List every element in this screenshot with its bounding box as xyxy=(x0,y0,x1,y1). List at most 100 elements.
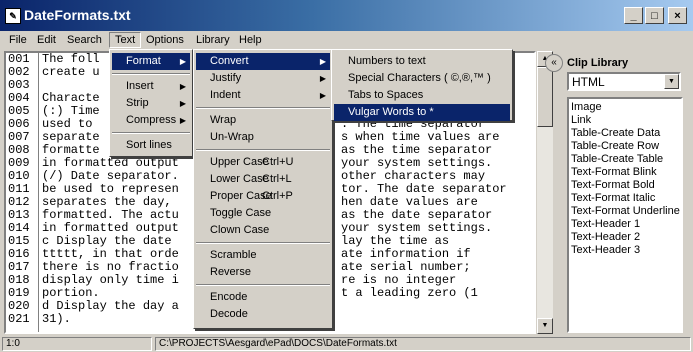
format-menu-item[interactable]: Clown Case xyxy=(196,222,330,239)
clip-library-item[interactable]: Text-Format Underline xyxy=(571,205,680,218)
menu-text[interactable]: Text xyxy=(109,32,142,48)
format-submenu: Convert ▶ Justify ▶ Indent ▶ Wrap Un-Wrap Upper … xyxy=(193,49,333,329)
menu-item-label: Lower Case xyxy=(210,173,269,185)
clip-library-item[interactable]: Link xyxy=(571,114,679,127)
menu-edit[interactable]: Edit xyxy=(32,32,61,48)
app-window: ✎ DateFormats.txt _ □ × File Edit Search… xyxy=(0,0,693,352)
menu-item-label: Clown Case xyxy=(210,224,270,236)
format-menu-item[interactable]: Encode xyxy=(196,289,330,306)
chevron-down-icon[interactable]: ▼ xyxy=(664,74,679,89)
double-chevron-left-icon[interactable]: « xyxy=(545,54,563,72)
menu-library[interactable]: Library xyxy=(191,32,235,48)
text-menu-item[interactable]: Compress ▶ xyxy=(112,112,190,129)
menu-separator xyxy=(196,107,330,109)
file-path: C:\PROJECTS\Aesgard\ePad\DOCS\DateFormat… xyxy=(155,337,691,351)
menu-item-label: Sort lines xyxy=(126,139,172,151)
format-menu-item[interactable]: Un-Wrap xyxy=(196,129,330,146)
clip-library-item[interactable]: Text-Header 1 xyxy=(571,218,679,231)
clip-library-item[interactable]: Text-Header 2 xyxy=(571,231,679,244)
convert-menu-item[interactable]: Numbers to text xyxy=(334,53,510,70)
format-menu-item[interactable]: Upper Case Ctrl+U xyxy=(196,154,330,171)
submenu-arrow-icon: ▶ xyxy=(179,57,186,66)
menu-item-label: Scramble xyxy=(210,249,257,261)
convert-menu-item[interactable]: Tabs to Spaces xyxy=(334,87,510,104)
editor-line-fragment: t a leading zero (1 xyxy=(341,286,478,300)
text-menu-item[interactable]: Format ▶ xyxy=(112,53,190,70)
clip-library-selected: HTML xyxy=(572,75,605,89)
menu-file[interactable]: File xyxy=(4,32,32,48)
submenu-arrow-icon: ▶ xyxy=(319,74,326,83)
text-menu-item[interactable]: Strip ▶ xyxy=(112,95,190,112)
format-menu-item[interactable]: Wrap xyxy=(196,112,330,129)
submenu-arrow-icon: ▶ xyxy=(179,82,186,91)
format-menu-item[interactable]: Lower Case Ctrl+L xyxy=(196,171,330,188)
format-menu-item[interactable]: Toggle Case xyxy=(196,205,330,222)
submenu-arrow-icon: ▶ xyxy=(179,116,186,125)
format-menu-item[interactable]: Justify ▶ xyxy=(196,70,330,87)
submenu-arrow-icon: ▶ xyxy=(319,91,326,100)
line-number-gutter: 001 002 003 004 005 006 007 008 009 010 011 012 013 0… xyxy=(6,53,39,332)
cursor-position: 1:0 xyxy=(2,337,152,351)
format-menu-item[interactable]: Scramble xyxy=(196,247,330,264)
menu-item-label: Vulgar Words to * xyxy=(348,106,434,118)
clip-library-item[interactable]: Table-Create Table xyxy=(571,153,679,166)
menu-item-label: Indent xyxy=(210,89,241,101)
maximize-button[interactable]: □ xyxy=(645,7,664,24)
menu-item-label: Un-Wrap xyxy=(210,131,254,143)
convert-menu-item[interactable]: Special Characters ( ©,®,™ ) xyxy=(334,70,510,87)
menu-item-label: Strip xyxy=(126,97,149,109)
format-menu-item[interactable]: Proper Case Ctrl+P xyxy=(196,188,330,205)
menu-separator xyxy=(112,73,190,75)
clip-library-item[interactable]: Table-Create Data xyxy=(571,127,679,140)
format-menu-item[interactable]: Decode xyxy=(196,306,330,323)
menu-help[interactable]: Help xyxy=(234,32,267,48)
clip-library-item[interactable]: Text-Format Blink xyxy=(571,166,679,179)
text-menu-item[interactable]: Insert ▶ xyxy=(112,78,190,95)
format-menu-item[interactable]: Reverse xyxy=(196,264,330,281)
menu-item-label: Decode xyxy=(210,308,248,320)
menu-item-label: Wrap xyxy=(210,114,237,126)
submenu-arrow-icon: ▶ xyxy=(319,57,326,66)
menu-item-shortcut: Ctrl+L xyxy=(262,173,292,185)
menu-separator xyxy=(196,149,330,151)
format-menu-item[interactable]: Convert ▶ xyxy=(196,53,330,70)
clip-library-item[interactable]: Text-Format Bold xyxy=(571,179,679,192)
menu-separator xyxy=(112,132,190,134)
clip-library-list[interactable]: Image Link Table-Create Data Table-Create R… xyxy=(567,97,683,333)
menu-item-label: Encode xyxy=(210,291,248,303)
title-bar[interactable]: ✎ DateFormats.txt _ □ × xyxy=(0,0,693,31)
status-bar: 1:0 C:\PROJECTS\Aesgard\ePad\DOCS\DateFo… xyxy=(0,336,693,352)
window-title: DateFormats.txt xyxy=(24,7,131,23)
menu-options[interactable]: Options xyxy=(141,32,189,48)
notepad-icon[interactable]: ✎ xyxy=(5,8,21,24)
clip-library-title: Clip Library xyxy=(567,57,629,69)
close-button[interactable]: × xyxy=(668,7,687,24)
convert-menu-item[interactable]: Vulgar Words to * xyxy=(334,104,510,121)
menu-item-label: Special Characters ( ©,®,™ ) xyxy=(348,72,491,84)
clip-library-item[interactable]: Text-Format Italic xyxy=(571,192,679,205)
menu-item-label: Insert xyxy=(126,80,154,92)
clip-library-select[interactable]: HTML ▼ xyxy=(567,72,681,91)
menu-item-label: Compress xyxy=(126,114,177,126)
menu-item-shortcut: Ctrl+P xyxy=(262,190,293,202)
clip-library-item[interactable]: Text-Header 3 xyxy=(571,244,679,257)
text-menu-item[interactable]: Sort lines xyxy=(112,137,190,154)
menu-search[interactable]: Search xyxy=(62,32,107,48)
clip-library-panel: « Clip Library HTML ▼ Image Link Table-Cre… xyxy=(543,51,691,334)
menu-item-label: Convert xyxy=(210,55,249,67)
format-menu-item[interactable]: Indent ▶ xyxy=(196,87,330,104)
editor-visible-fragments: . The time separator s when time values a… xyxy=(341,118,507,300)
submenu-arrow-icon: ▶ xyxy=(179,99,186,108)
menu-bar: File Edit Search Text Options Library He… xyxy=(0,31,693,49)
menu-item-label: Numbers to text xyxy=(348,55,426,67)
clip-library-item[interactable]: Table-Create Row xyxy=(571,140,679,153)
menu-item-label: Upper Case xyxy=(210,156,269,168)
menu-separator xyxy=(196,284,330,286)
clip-library-item[interactable]: Image xyxy=(571,101,679,114)
menu-item-label: Toggle Case xyxy=(210,207,272,219)
menu-separator xyxy=(196,242,330,244)
editor-line: 31). xyxy=(42,312,71,326)
menu-item-label: Justify xyxy=(210,72,242,84)
minimize-button[interactable]: _ xyxy=(624,7,643,24)
text-menu-dropdown: Format ▶ Insert ▶ Strip ▶ Compress ▶ Sort lines xyxy=(109,49,193,157)
